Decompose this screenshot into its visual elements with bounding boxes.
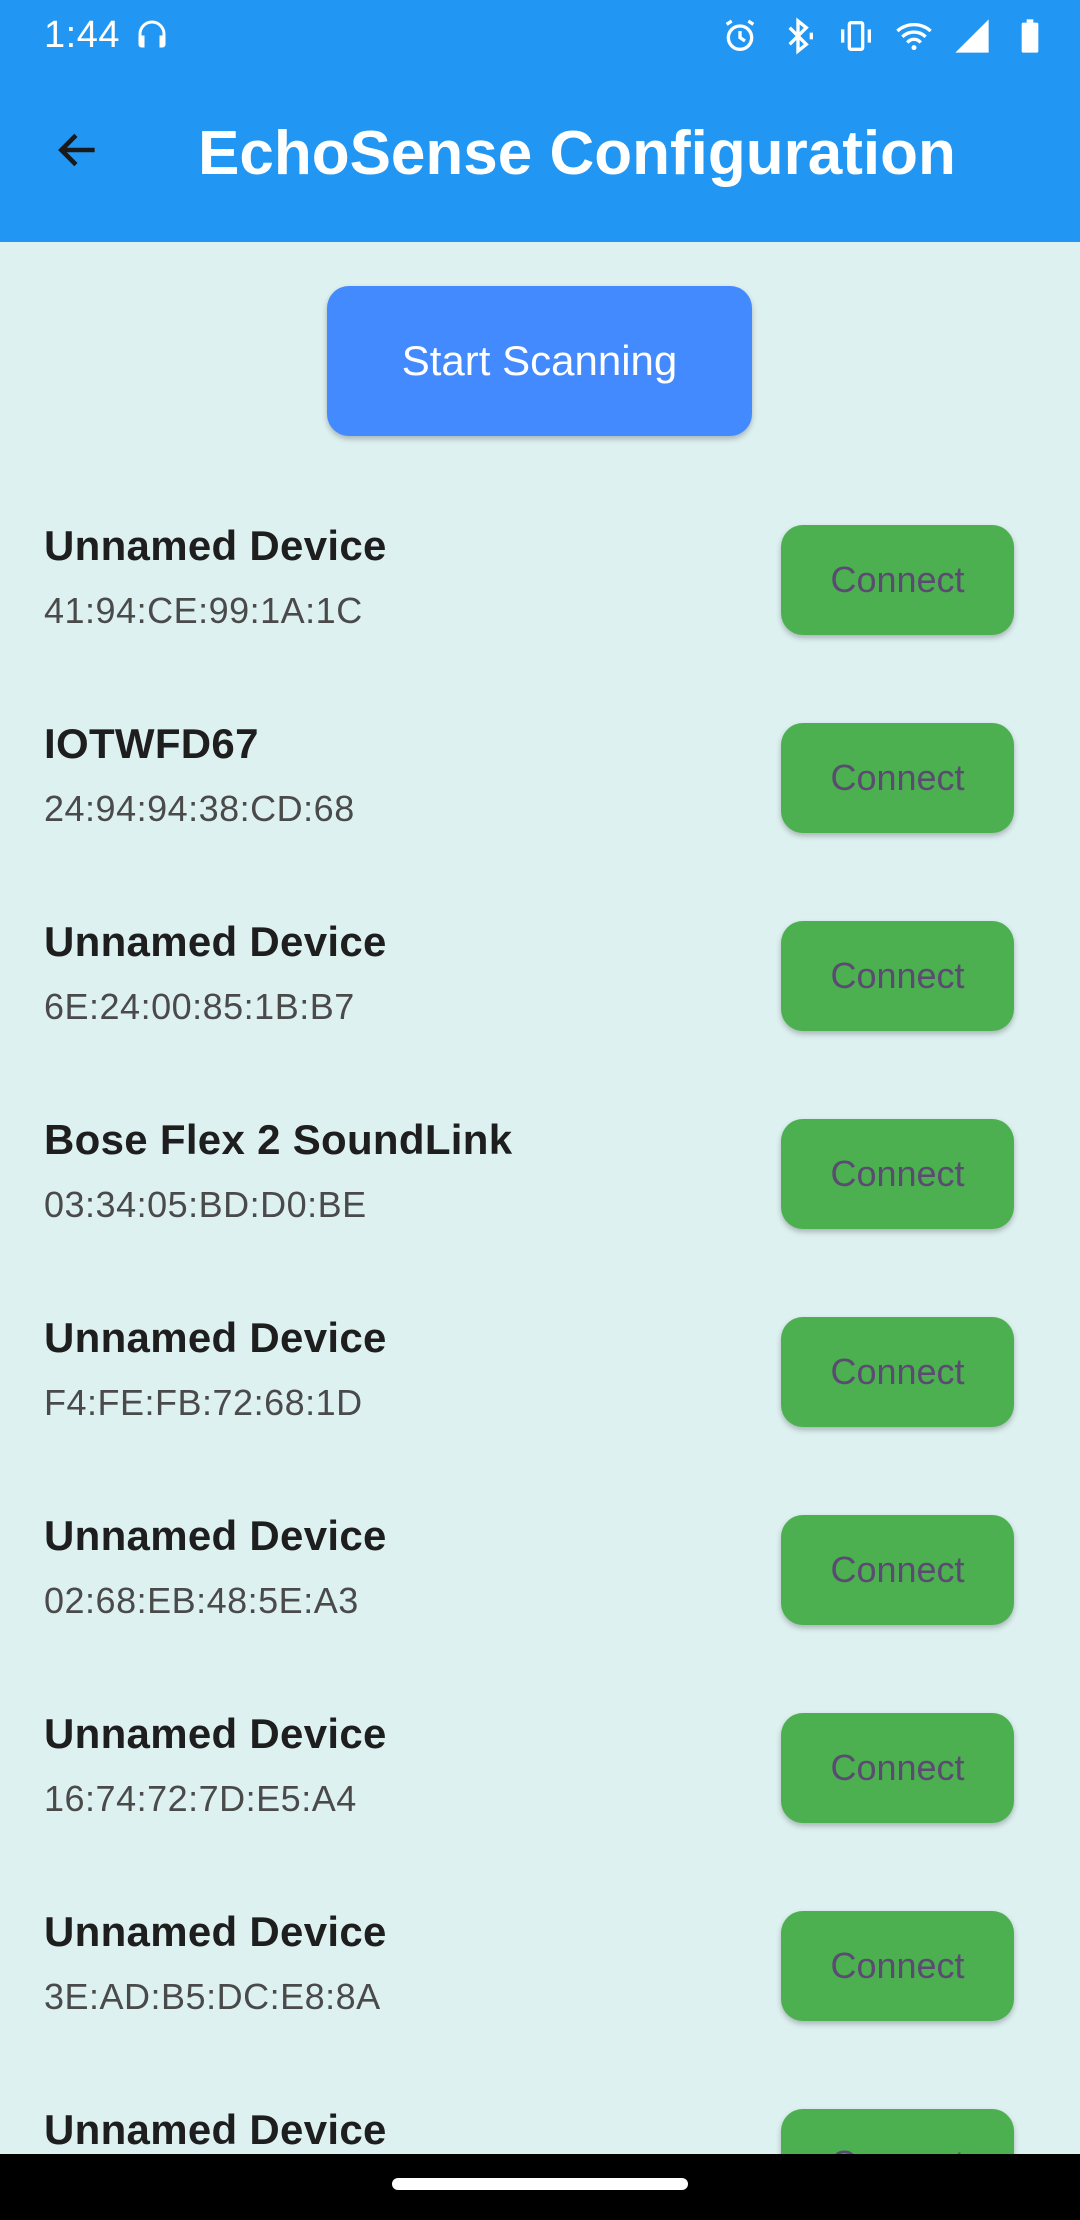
connect-button[interactable]: Connect [781, 1515, 1014, 1625]
start-scanning-button[interactable]: Start Scanning [327, 286, 752, 436]
device-row: Bose Flex 2 SoundLink 03:34:05:BD:D0:BE … [0, 1094, 1080, 1292]
wifi-icon [896, 23, 932, 51]
alarm-icon [725, 19, 755, 52]
device-list[interactable]: Unnamed Device 41:94:CE:99:1A:1C Connect… [0, 500, 1080, 2154]
device-row: Unnamed Device 41:94:CE:99:1A:1C Connect [0, 500, 1080, 698]
device-name: Unnamed Device [44, 2106, 387, 2153]
device-row: Unnamed Device 02:68:EB:48:5E:A3 Connect [0, 1490, 1080, 1688]
connect-button[interactable]: Connect [781, 1713, 1014, 1823]
status-time: 1:44 [44, 14, 120, 56]
device-mac-address: 6E:24:00:85:1B:B7 [44, 986, 355, 1027]
home-gesture-handle[interactable] [392, 2178, 688, 2190]
device-name: Bose Flex 2 SoundLink [44, 1116, 513, 1163]
connect-button[interactable]: Connect [781, 2109, 1014, 2154]
battery-icon [1021, 19, 1039, 53]
device-name: Unnamed Device [44, 522, 387, 569]
connect-button[interactable]: Connect [781, 723, 1014, 833]
device-row: Unnamed Device 3E:AD:B5:DC:E8:8A Connect [0, 1886, 1080, 2084]
device-row: Unnamed Device 16:74:72:7D:E5:A4 Connect [0, 1688, 1080, 1886]
device-name: Unnamed Device [44, 1314, 387, 1361]
device-mac-address: 16:74:72:7D:E5:A4 [44, 1778, 357, 1819]
device-name: Unnamed Device [44, 918, 387, 965]
device-mac-address: 41:94:CE:99:1A:1C [44, 590, 363, 631]
device-mac-address: 3E:AD:B5:DC:E8:8A [44, 1976, 381, 2017]
connect-button[interactable]: Connect [781, 525, 1014, 635]
navigation-bar [0, 2154, 1080, 2220]
device-name: Unnamed Device [44, 1908, 387, 1955]
connect-button[interactable]: Connect [781, 1119, 1014, 1229]
device-mac-address: 24:94:94:38:CD:68 [44, 788, 355, 829]
page-title: EchoSense Configuration [198, 119, 956, 188]
connect-button[interactable]: Connect [781, 1911, 1014, 2021]
device-row: Unnamed Device F4:FE:FB:72:68:1D Connect [0, 1292, 1080, 1490]
headphones-icon [138, 20, 166, 48]
status-icons [720, 16, 1050, 56]
back-button[interactable] [40, 112, 116, 188]
device-mac-address: F4:FE:FB:72:68:1D [44, 1382, 363, 1423]
device-row: Unnamed Device Connect [0, 2084, 1080, 2154]
app-bar: EchoSense Configuration [0, 72, 1080, 242]
device-row: IOTWFD67 24:94:94:38:CD:68 Connect [0, 698, 1080, 896]
device-name: Unnamed Device [44, 1512, 387, 1559]
arrow-back-icon [58, 133, 95, 167]
device-name: IOTWFD67 [44, 720, 259, 767]
signal-icon [955, 19, 989, 53]
status-bar: 1:44 [0, 0, 1080, 72]
vibrate-icon [841, 21, 871, 51]
device-row: Unnamed Device 6E:24:00:85:1B:B7 Connect [0, 896, 1080, 1094]
bluetooth-icon [788, 17, 813, 55]
connect-button[interactable]: Connect [781, 1317, 1014, 1427]
connect-button[interactable]: Connect [781, 921, 1014, 1031]
device-mac-address: 02:68:EB:48:5E:A3 [44, 1580, 359, 1621]
device-name: Unnamed Device [44, 1710, 387, 1757]
device-mac-address: 03:34:05:BD:D0:BE [44, 1184, 367, 1225]
